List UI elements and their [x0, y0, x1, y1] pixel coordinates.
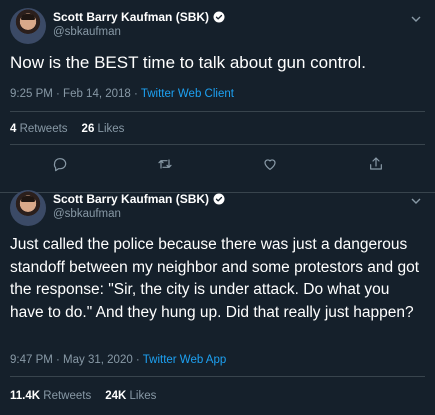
retweet-button[interactable]	[153, 152, 177, 176]
author-handle[interactable]: @sbkaufman	[53, 208, 121, 220]
retweets-stat[interactable]: 11.4K Retweets	[10, 390, 91, 402]
tweet-client-link[interactable]: Twitter Web Client	[141, 88, 234, 100]
like-button[interactable]	[258, 152, 282, 176]
retweets-count: 4	[10, 123, 17, 135]
author-name[interactable]: Scott Barry Kaufman (SBK)	[53, 192, 209, 206]
tweet-1[interactable]: Scott Barry Kaufman (SBK) @sbkaufman Now…	[0, 0, 435, 193]
likes-stat[interactable]: 24K Likes	[105, 390, 156, 402]
tweet-text: Now is the BEST time to talk about gun c…	[10, 53, 366, 72]
chevron-down-icon[interactable]	[411, 196, 421, 207]
retweets-count: 11.4K	[10, 390, 41, 402]
retweets-label: Retweets	[19, 123, 68, 135]
likes-count: 26	[81, 123, 95, 135]
share-button[interactable]	[364, 152, 388, 176]
retweets-label: Retweets	[43, 390, 92, 402]
reply-button[interactable]	[48, 152, 72, 176]
retweets-stat[interactable]: 4 Retweets	[10, 123, 68, 135]
likes-label: Likes	[97, 123, 125, 135]
divider	[10, 111, 425, 112]
author-row: Scott Barry Kaufman (SBK)	[53, 192, 225, 206]
likes-stat[interactable]: 26 Likes	[82, 123, 125, 135]
tweet-stats: 4 Retweets 26 Likes	[10, 123, 124, 135]
chevron-down-icon[interactable]	[411, 14, 421, 25]
tweet-actions	[0, 152, 435, 176]
author-handle[interactable]: @sbkaufman	[53, 26, 121, 38]
verified-badge-icon	[213, 11, 225, 23]
tweet-meta: 9:47 PM · May 31, 2020 · Twitter Web App	[10, 354, 226, 366]
divider	[10, 144, 425, 145]
tweet-timestamp[interactable]: 9:25 PM · Feb 14, 2018 ·	[10, 88, 141, 100]
author-name[interactable]: Scott Barry Kaufman (SBK)	[53, 10, 209, 24]
avatar[interactable]	[10, 190, 46, 226]
likes-label: Likes	[129, 390, 157, 402]
author-row: Scott Barry Kaufman (SBK)	[53, 10, 225, 24]
verified-badge-icon	[213, 193, 225, 205]
avatar[interactable]	[10, 8, 46, 44]
tweet-meta: 9:25 PM · Feb 14, 2018 · Twitter Web Cli…	[10, 88, 234, 100]
likes-count: 24K	[105, 390, 127, 402]
retweet-icon	[158, 159, 172, 169]
reply-icon	[53, 158, 67, 172]
tweet-2[interactable]: Scott Barry Kaufman (SBK) @sbkaufman Jus…	[0, 180, 435, 415]
tweet-stats: 11.4K Retweets 24K Likes	[10, 390, 156, 402]
tweet-timestamp[interactable]: 9:47 PM · May 31, 2020 ·	[10, 354, 143, 366]
tweet-client-link[interactable]: Twitter Web App	[143, 354, 227, 366]
share-icon	[370, 157, 382, 170]
tweet-text: Just called the police because there was…	[10, 236, 420, 321]
divider	[10, 376, 425, 377]
like-icon	[264, 159, 276, 170]
